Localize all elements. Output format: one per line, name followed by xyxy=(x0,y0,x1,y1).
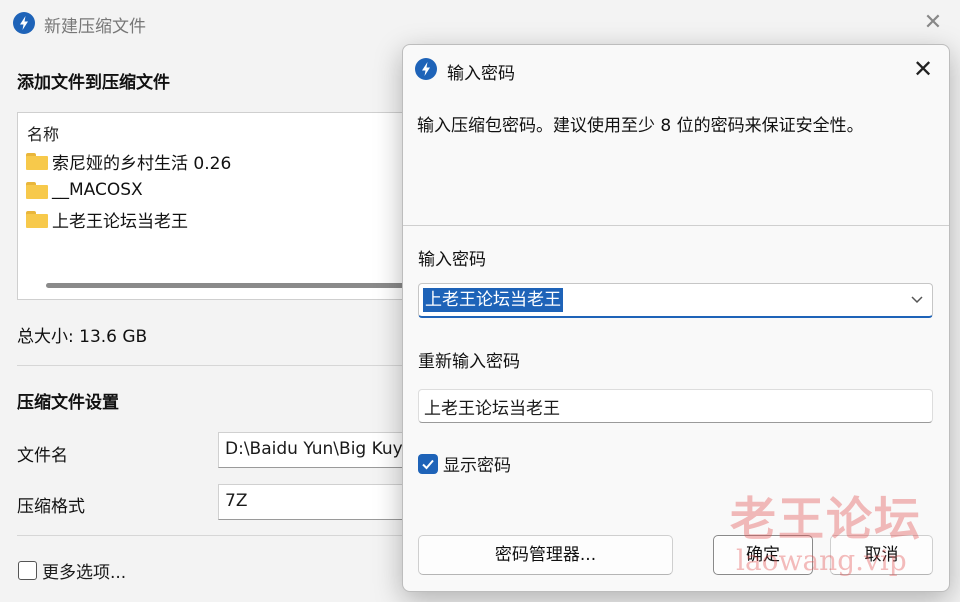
checkbox-box[interactable] xyxy=(18,561,37,580)
password-dialog: 输入密码 ✕ 输入压缩包密码。建议使用至少 8 位的密码来保证安全性。 输入密码… xyxy=(402,44,950,592)
divider xyxy=(17,365,407,366)
settings-heading: 压缩文件设置 xyxy=(17,393,119,413)
total-size: 总大小: 13.6 GB xyxy=(17,327,148,347)
more-options-label: 更多选项... xyxy=(42,563,127,583)
more-options-checkbox[interactable]: 更多选项... xyxy=(18,558,126,583)
reenter-password-input[interactable]: 上老王论坛当老王 xyxy=(418,389,933,423)
list-item[interactable]: 上老王论坛当老王 xyxy=(26,205,188,233)
titlebar: 新建压缩文件 ✕ xyxy=(0,0,960,44)
password-value-selected[interactable]: 上老王论坛当老王 xyxy=(423,288,563,312)
column-header-name[interactable]: 名称 xyxy=(27,121,59,145)
close-icon[interactable]: ✕ xyxy=(918,10,948,36)
password-label: 输入密码 xyxy=(418,250,486,270)
ok-button[interactable]: 确定 xyxy=(713,535,813,575)
format-select[interactable]: 7Z xyxy=(218,484,408,520)
folder-icon xyxy=(26,210,48,228)
add-files-heading: 添加文件到压缩文件 xyxy=(17,73,170,93)
list-item[interactable]: __MACOSX xyxy=(26,176,143,204)
chevron-down-icon[interactable] xyxy=(910,292,924,306)
app-logo-icon xyxy=(13,12,35,34)
divider xyxy=(17,535,407,536)
folder-icon xyxy=(26,152,48,170)
close-icon[interactable]: ✕ xyxy=(908,55,938,83)
checkmark-icon[interactable] xyxy=(418,453,438,474)
filename-label: 文件名 xyxy=(17,446,68,466)
show-password-checkbox[interactable]: 显示密码 xyxy=(418,451,511,476)
file-name: 索尼娅的乡村生活 0.26 xyxy=(52,153,232,174)
password-combobox[interactable]: 上老王论坛当老王 xyxy=(418,283,933,318)
password-manager-button[interactable]: 密码管理器... xyxy=(418,535,673,575)
cancel-button[interactable]: 取消 xyxy=(830,535,933,575)
file-list[interactable]: 名称 索尼娅的乡村生活 0.26 __MACOSX 上老王论坛当老王 xyxy=(17,112,418,300)
filename-input[interactable]: D:\Baidu Yun\Big Kuy xyxy=(218,432,408,468)
dialog-title: 输入密码 xyxy=(447,64,515,84)
show-password-label: 显示密码 xyxy=(443,456,511,476)
window-title: 新建压缩文件 xyxy=(44,17,146,37)
reenter-password-label: 重新输入密码 xyxy=(418,352,520,372)
file-name: __MACOSX xyxy=(52,180,143,200)
folder-icon xyxy=(26,181,48,199)
list-item[interactable]: 索尼娅的乡村生活 0.26 xyxy=(26,147,231,175)
app-logo-icon xyxy=(415,58,437,80)
file-name: 上老王论坛当老王 xyxy=(52,211,188,232)
format-label: 压缩格式 xyxy=(17,497,85,517)
horizontal-scrollbar[interactable] xyxy=(46,283,418,288)
divider xyxy=(403,225,949,226)
dialog-description: 输入压缩包密码。建议使用至少 8 位的密码来保证安全性。 xyxy=(417,116,864,136)
